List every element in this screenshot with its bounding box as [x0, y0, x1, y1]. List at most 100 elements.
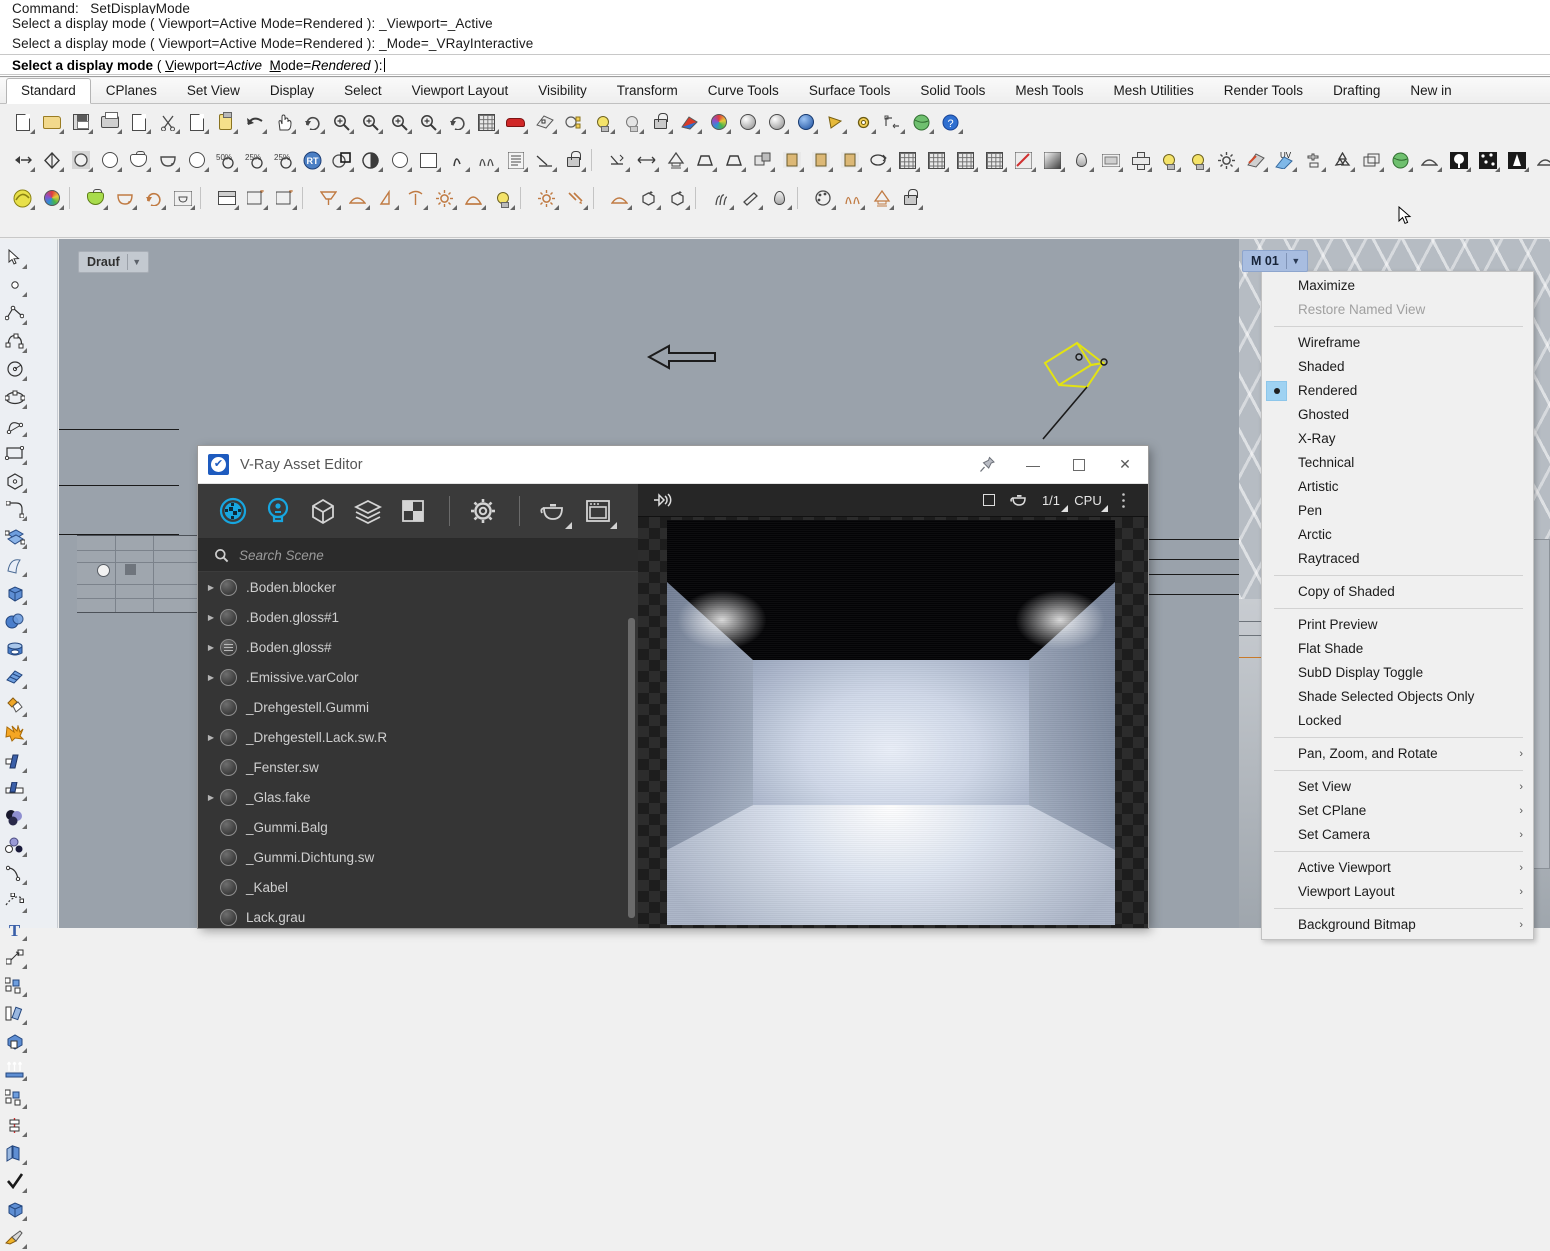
vray-batch-icon[interactable]	[168, 184, 197, 212]
render-blue-icon[interactable]	[791, 108, 820, 136]
extrude-icon[interactable]	[0, 1027, 29, 1055]
menu-tab-set-view[interactable]: Set View	[172, 78, 255, 103]
texture-c-icon[interactable]	[835, 146, 864, 174]
asset-list-item[interactable]: _Gummi.Dichtung.sw	[198, 842, 638, 872]
vray-light-dome-icon[interactable]	[343, 184, 372, 212]
arc-icon[interactable]	[0, 411, 29, 439]
check-icon[interactable]	[0, 1167, 29, 1195]
vray-clipper-icon[interactable]	[736, 184, 765, 212]
polyline-icon[interactable]	[0, 299, 29, 327]
clock-icon[interactable]	[559, 146, 588, 174]
expand-arrow-icon[interactable]: ▶	[202, 793, 220, 802]
chevron-down-icon[interactable]: ▼	[128, 257, 146, 267]
vray-sun-icon[interactable]	[532, 184, 561, 212]
pan-icon[interactable]	[269, 108, 298, 136]
menu-item-flat-shade[interactable]: Flat Shade	[1262, 637, 1533, 661]
plane-icon[interactable]	[1415, 146, 1444, 174]
asset-list-item[interactable]: _Kabel	[198, 872, 638, 902]
undo-icon[interactable]	[240, 108, 269, 136]
menu-item-pan-zoom-and-rotate[interactable]: Pan, Zoom, and Rotate ›	[1262, 742, 1533, 766]
menu-tab-curve-tools[interactable]: Curve Tools	[693, 78, 794, 103]
settings-tab[interactable]	[462, 490, 504, 532]
render-view-tab[interactable]	[577, 490, 619, 532]
sun-icon[interactable]	[1212, 146, 1241, 174]
rail-revolve-icon[interactable]	[0, 1111, 29, 1139]
chevron-down-icon[interactable]: ▼	[1287, 256, 1305, 266]
asset-list-item[interactable]: _Fenster.sw	[198, 752, 638, 782]
menu-tab-select[interactable]: Select	[329, 78, 397, 103]
cut-icon[interactable]	[153, 108, 182, 136]
asset-list-item[interactable]: ▶ .Boden.blocker	[198, 572, 638, 602]
light-properties-icon[interactable]	[617, 108, 646, 136]
trim-icon[interactable]	[0, 747, 29, 775]
render-canvas[interactable]	[638, 517, 1148, 928]
menu-tab-drafting[interactable]: Drafting	[1318, 78, 1395, 103]
tangent-icon[interactable]	[530, 146, 559, 174]
swap-direction-icon[interactable]	[8, 146, 37, 174]
asset-list-item[interactable]: _Drehgestell.Gummi	[198, 692, 638, 722]
curve-icon[interactable]	[443, 146, 472, 174]
menu-tab-mesh-tools[interactable]: Mesh Tools	[1000, 78, 1098, 103]
mesh-icon[interactable]	[0, 663, 29, 691]
slope-icon[interactable]	[603, 146, 632, 174]
menu-item-pen[interactable]: Pen	[1262, 499, 1533, 523]
command-prompt-input[interactable]: Select a display mode ( Viewport=Active …	[0, 54, 1550, 75]
zoom-in-icon[interactable]	[327, 108, 356, 136]
vray-camera-icon[interactable]	[867, 184, 896, 212]
web-browser-icon[interactable]	[907, 108, 936, 136]
trapezoid2-icon[interactable]	[719, 146, 748, 174]
vray-light-spot-icon[interactable]	[401, 184, 430, 212]
command-option-mode-key[interactable]: M	[270, 58, 281, 73]
grid-array-icon[interactable]	[0, 1083, 29, 1111]
menu-tab-mesh-utilities[interactable]: Mesh Utilities	[1098, 78, 1208, 103]
backface-icon[interactable]	[820, 108, 849, 136]
dimension-icon[interactable]	[0, 943, 29, 971]
menu-tab-cplanes[interactable]: CPlanes	[91, 78, 172, 103]
object-props-icon[interactable]	[748, 146, 777, 174]
light-bulb-3-icon[interactable]	[1183, 146, 1212, 174]
asset-list-item[interactable]: ▶ .Boden.gloss#	[198, 632, 638, 662]
grid-b-icon[interactable]	[951, 146, 980, 174]
expand-arrow-icon[interactable]: ▶	[202, 673, 220, 682]
extrude-up-icon[interactable]	[0, 1055, 29, 1083]
layers-stack-icon[interactable]	[1357, 146, 1386, 174]
pin-icon[interactable]	[964, 446, 1010, 484]
copy-icon[interactable]	[182, 108, 211, 136]
overlay-icon[interactable]	[327, 146, 356, 174]
revolve-icon[interactable]	[864, 146, 893, 174]
shade-box-icon[interactable]	[0, 1195, 29, 1223]
rectangle-icon[interactable]	[0, 439, 29, 467]
asset-list-scrollbar[interactable]	[628, 618, 635, 918]
environment-icon[interactable]	[1386, 146, 1415, 174]
help-icon[interactable]: ?	[936, 108, 965, 136]
color-wheel-icon[interactable]	[704, 108, 733, 136]
square-icon[interactable]	[414, 146, 443, 174]
menu-tab-surface-tools[interactable]: Surface Tools	[794, 78, 906, 103]
mirror-icon[interactable]	[37, 146, 66, 174]
sphere-group-icon[interactable]	[0, 803, 29, 831]
more-vertical-icon[interactable]	[1108, 486, 1138, 514]
vray-curves-icon[interactable]	[838, 184, 867, 212]
open-file-icon[interactable]	[37, 108, 66, 136]
camera-icon[interactable]	[661, 146, 690, 174]
menu-item-rendered[interactable]: Rendered	[1262, 379, 1533, 403]
menu-item-active-viewport[interactable]: Active Viewport ›	[1262, 856, 1533, 880]
layer-state-icon[interactable]	[530, 108, 559, 136]
expand-arrow-icon[interactable]: ▶	[202, 583, 220, 592]
render-region-icon[interactable]	[974, 486, 1004, 514]
sphere-dropdown-icon[interactable]	[182, 146, 211, 174]
options-gear-icon[interactable]	[849, 108, 878, 136]
vray-light-sun-icon[interactable]	[430, 184, 459, 212]
grid-icon[interactable]	[893, 146, 922, 174]
dimension-icon[interactable]	[878, 108, 907, 136]
explode-icon[interactable]	[0, 719, 29, 747]
material-override-icon[interactable]	[1004, 486, 1034, 514]
split-icon[interactable]	[0, 775, 29, 803]
light-bulb-icon[interactable]	[1154, 146, 1183, 174]
recycle-icon[interactable]	[1328, 146, 1357, 174]
zoom-extents-icon[interactable]	[385, 108, 414, 136]
lights-tab[interactable]	[257, 490, 299, 532]
teapot-hand-icon[interactable]	[153, 146, 182, 174]
material-preview-tab[interactable]	[532, 490, 574, 532]
menu-tab-render-tools[interactable]: Render Tools	[1209, 78, 1318, 103]
